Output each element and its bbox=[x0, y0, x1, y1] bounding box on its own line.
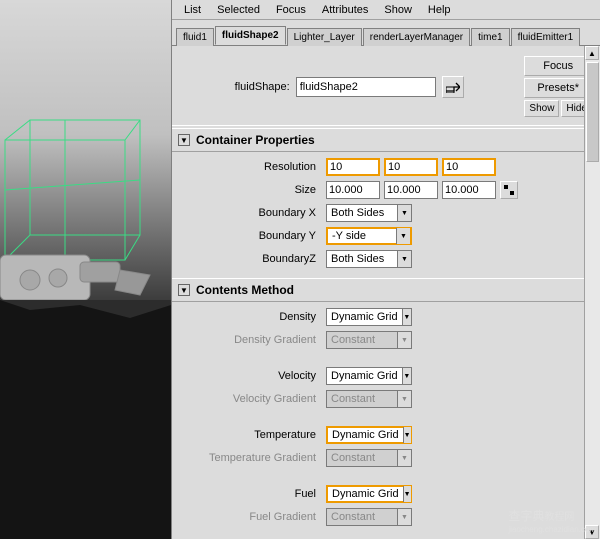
chevron-down-icon: ▼ bbox=[397, 450, 411, 466]
label-temperature-gradient: Temperature Gradient bbox=[182, 452, 322, 464]
show-button[interactable]: Show bbox=[524, 100, 559, 117]
size-z-input[interactable] bbox=[442, 181, 496, 199]
scrollbar-vertical[interactable]: ▲ ▼ bbox=[584, 46, 600, 539]
label-boundary-x: Boundary X bbox=[182, 207, 322, 219]
tab-lighter-layer[interactable]: Lighter_Layer bbox=[287, 28, 362, 46]
resolution-z-input[interactable] bbox=[442, 158, 496, 176]
menu-show[interactable]: Show bbox=[376, 2, 420, 18]
boundary-z-select[interactable]: Both Sides ▼ bbox=[326, 250, 412, 268]
density-gradient-select: Constant ▼ bbox=[326, 331, 412, 349]
viewport-3d[interactable] bbox=[0, 0, 171, 539]
size-y-input[interactable] bbox=[384, 181, 438, 199]
label-density: Density bbox=[182, 311, 322, 323]
chevron-down-icon: ▼ bbox=[403, 486, 411, 502]
chevron-down-icon: ▼ bbox=[397, 205, 411, 221]
section-header-contents[interactable]: ▼ Contents Method bbox=[172, 278, 600, 302]
tab-renderlayermanager[interactable]: renderLayerManager bbox=[363, 28, 470, 46]
chevron-down-icon: ▼ bbox=[403, 427, 411, 443]
label-velocity-gradient: Velocity Gradient bbox=[182, 393, 322, 405]
fuel-select[interactable]: Dynamic Grid ▼ bbox=[326, 485, 412, 503]
tabs: fluid1 fluidShape2 Lighter_Layer renderL… bbox=[172, 20, 600, 46]
focus-button[interactable]: Focus bbox=[524, 56, 592, 76]
section-header-container[interactable]: ▼ Container Properties bbox=[172, 128, 600, 152]
scroll-down-arrow-icon[interactable]: ▼ bbox=[585, 525, 599, 539]
label-fuel-gradient: Fuel Gradient bbox=[182, 511, 322, 523]
load-attributes-button[interactable] bbox=[442, 76, 464, 98]
keep-aspect-button[interactable] bbox=[500, 181, 518, 199]
menu-help[interactable]: Help bbox=[420, 2, 459, 18]
label-resolution: Resolution bbox=[182, 161, 322, 173]
section-title: Container Properties bbox=[196, 133, 315, 147]
label-size: Size bbox=[182, 184, 322, 196]
section-title: Contents Method bbox=[196, 283, 294, 297]
tab-fluidemitter1[interactable]: fluidEmitter1 bbox=[511, 28, 581, 46]
menu-list[interactable]: List bbox=[176, 2, 209, 18]
tab-fluid1[interactable]: fluid1 bbox=[176, 28, 214, 46]
boundary-x-select[interactable]: Both Sides ▼ bbox=[326, 204, 412, 222]
menu-selected[interactable]: Selected bbox=[209, 2, 268, 18]
velocity-gradient-select: Constant ▼ bbox=[326, 390, 412, 408]
chevron-down-icon: ▼ bbox=[396, 228, 410, 244]
chevron-down-icon: ▼ bbox=[178, 134, 190, 146]
resolution-x-input[interactable] bbox=[326, 158, 380, 176]
density-select[interactable]: Dynamic Grid ▼ bbox=[326, 308, 412, 326]
section-container-properties: ▼ Container Properties Resolution Size B… bbox=[172, 128, 600, 278]
resolution-y-input[interactable] bbox=[384, 158, 438, 176]
fuel-gradient-select: Constant ▼ bbox=[326, 508, 412, 526]
chevron-down-icon: ▼ bbox=[397, 509, 411, 525]
label-fuel: Fuel bbox=[182, 488, 322, 500]
label-temperature: Temperature bbox=[182, 429, 322, 441]
node-name-input[interactable] bbox=[296, 77, 436, 97]
tab-fluidshape2[interactable]: fluidShape2 bbox=[215, 26, 286, 45]
section-contents-method: ▼ Contents Method Density Dynamic Grid ▼… bbox=[172, 278, 600, 536]
label-boundary-y: Boundary Y bbox=[182, 230, 322, 242]
scrollbar-thumb[interactable] bbox=[586, 62, 599, 162]
chevron-down-icon: ▼ bbox=[178, 284, 190, 296]
temperature-select[interactable]: Dynamic Grid ▼ bbox=[326, 426, 412, 444]
scroll-up-arrow-icon[interactable]: ▲ bbox=[585, 46, 599, 60]
temperature-gradient-select: Constant ▼ bbox=[326, 449, 412, 467]
size-x-input[interactable] bbox=[326, 181, 380, 199]
presets-button[interactable]: Presets* bbox=[524, 78, 592, 98]
node-header: fluidShape: Focus Presets* Show Hide bbox=[172, 46, 600, 123]
chevron-down-icon: ▼ bbox=[397, 251, 411, 267]
chevron-down-icon: ▼ bbox=[402, 309, 411, 325]
menu-attributes[interactable]: Attributes bbox=[314, 2, 376, 18]
attribute-editor: List Selected Focus Attributes Show Help… bbox=[171, 0, 600, 539]
chevron-down-icon: ▼ bbox=[397, 332, 411, 348]
boundary-y-select[interactable]: -Y side ▼ bbox=[326, 227, 412, 245]
menu-focus[interactable]: Focus bbox=[268, 2, 314, 18]
label-density-gradient: Density Gradient bbox=[182, 334, 322, 346]
tab-time1[interactable]: time1 bbox=[471, 28, 509, 46]
velocity-select[interactable]: Dynamic Grid ▼ bbox=[326, 367, 412, 385]
label-velocity: Velocity bbox=[182, 370, 322, 382]
divider bbox=[172, 125, 600, 126]
node-type-label: fluidShape: bbox=[235, 81, 290, 93]
menubar: List Selected Focus Attributes Show Help bbox=[172, 0, 600, 20]
chevron-down-icon: ▼ bbox=[397, 391, 411, 407]
label-boundary-z: BoundaryZ bbox=[182, 253, 322, 265]
chevron-down-icon: ▼ bbox=[402, 368, 411, 384]
